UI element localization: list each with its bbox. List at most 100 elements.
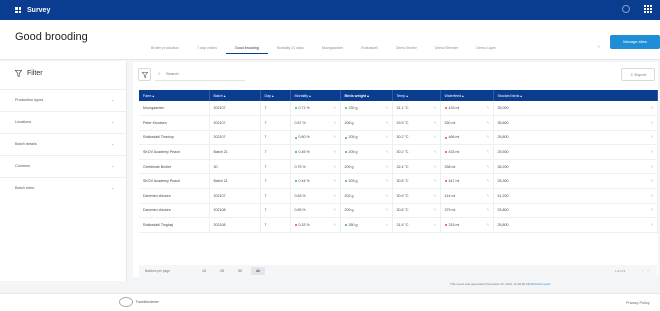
edit-icon[interactable]: ✎ <box>433 106 436 110</box>
tab-7-day-chicks[interactable]: 7 day chicks <box>188 44 226 54</box>
per-page-option[interactable]: 25 <box>215 267 229 275</box>
table-cell: 7 <box>260 188 291 204</box>
export-button[interactable]: ⇩ Export <box>621 68 655 81</box>
edit-icon[interactable]: ✎ <box>333 194 336 198</box>
generated-text: This report was generated November 22, 2… <box>450 282 531 286</box>
column-header[interactable]: Day ▴ <box>260 90 291 101</box>
table-row[interactable]: SKOV Academy Peach Batch 21 7 0.45 % ✎ 205 g ✎… <box>139 144 658 160</box>
table-cell: 202108 <box>209 217 261 233</box>
per-page-option[interactable]: 50 <box>233 267 247 275</box>
table-cell: 25,300 ✎ <box>493 173 658 189</box>
edit-icon[interactable]: ✎ <box>486 208 489 212</box>
apps-menu-icon[interactable] <box>644 5 652 13</box>
table-filter-button[interactable] <box>138 68 151 81</box>
edit-icon[interactable]: ✎ <box>333 121 336 125</box>
tab-demo-breeder[interactable]: Demo Breeder <box>426 44 467 54</box>
column-header[interactable]: Mortality ▴ <box>290 90 341 101</box>
edit-icon[interactable]: ✎ <box>433 121 436 125</box>
column-header[interactable]: Temp ▴ <box>392 90 441 101</box>
edit-icon[interactable]: ✎ <box>333 223 336 227</box>
edit-icon[interactable]: ✎ <box>385 165 388 169</box>
cell-value: 30.2 °C <box>396 150 409 155</box>
column-header[interactable]: Farm ▴ <box>139 90 210 101</box>
tab-rotkaskeli[interactable]: Rotkaskeli <box>352 44 387 54</box>
refresh-report-link[interactable]: Refresh report <box>531 282 550 286</box>
edit-icon[interactable]: ✎ <box>385 194 388 198</box>
table-row[interactable]: Dammen chicken 202107 7 0.63 % ✎ 202 g ✎ 30.9 °… <box>139 188 658 204</box>
manage-sites-button[interactable]: Manage sites <box>610 35 660 49</box>
edit-icon[interactable]: ✎ <box>486 121 489 125</box>
edit-icon[interactable]: ✎ <box>385 179 388 183</box>
edit-icon[interactable]: ✎ <box>650 194 653 198</box>
table-row[interactable]: Dammen chicken 202108 7 0.65 % ✎ 209 g ✎ 30.8 °… <box>139 203 658 218</box>
edit-icon[interactable]: ✎ <box>433 223 436 227</box>
next-page-icon[interactable]: › <box>647 268 652 273</box>
edit-icon[interactable]: ✎ <box>486 106 489 110</box>
tabs-scroll-right-icon[interactable]: › <box>598 44 600 50</box>
edit-icon[interactable]: ✎ <box>433 165 436 169</box>
table-row[interactable]: SKOV Academy Peach Batch 21 7 0.44 % ✎ 203 g ✎… <box>139 173 658 189</box>
edit-icon[interactable]: ✎ <box>433 194 436 198</box>
edit-icon[interactable]: ✎ <box>486 223 489 227</box>
edit-icon[interactable]: ✎ <box>650 208 653 212</box>
edit-icon[interactable]: ✎ <box>385 135 388 139</box>
edit-icon[interactable]: ✎ <box>333 165 336 169</box>
table-row[interactable]: Moorgaarden 202107 7 0.71 % ✎ 230 g ✎ 31.1 °C ✎ 4… <box>139 101 658 116</box>
status-ok-dot <box>344 136 347 139</box>
filter-production-types[interactable]: Production types ⌄ <box>0 89 127 111</box>
edit-icon[interactable]: ✎ <box>650 121 653 125</box>
edit-icon[interactable]: ✎ <box>650 165 653 169</box>
edit-icon[interactable]: ✎ <box>385 106 388 110</box>
edit-icon[interactable]: ✎ <box>486 179 489 183</box>
pagination-arrows[interactable]: ‹› <box>642 268 653 273</box>
search-input[interactable] <box>166 71 236 76</box>
edit-icon[interactable]: ✎ <box>650 179 653 183</box>
edit-icon[interactable]: ✎ <box>486 165 489 169</box>
edit-icon[interactable]: ✎ <box>433 179 436 183</box>
edit-icon[interactable]: ✎ <box>385 121 388 125</box>
table-row[interactable]: Peter Knudsen 202107 7 0.67 % ✎ 208 g ✎ 29.5 °C… <box>139 115 658 131</box>
tab-good-brooding[interactable]: Good brooding <box>225 44 268 54</box>
edit-icon[interactable]: ✎ <box>333 179 336 183</box>
column-header[interactable]: Waterfeed ▴ <box>440 90 494 101</box>
edit-icon[interactable]: ✎ <box>486 135 489 139</box>
cell-value: 202108 <box>213 208 226 213</box>
edit-icon[interactable]: ✎ <box>650 106 653 110</box>
table-cell: 202107 <box>209 115 261 131</box>
tab-broiler-production[interactable]: Broiler production <box>142 44 188 54</box>
edit-icon[interactable]: ✎ <box>486 194 489 198</box>
edit-icon[interactable]: ✎ <box>385 223 388 227</box>
status-ok-dot <box>344 107 347 110</box>
filter-batch-rules[interactable]: Batch rules ⌄ <box>0 177 127 199</box>
edit-icon[interactable]: ✎ <box>385 208 388 212</box>
edit-icon[interactable]: ✎ <box>650 150 653 154</box>
tab-moorgaarden[interactable]: Moorgaarden <box>313 44 352 54</box>
table-row[interactable]: Grebbinde Broiler 30 7 0.75 % ✎ 209 g ✎ 32.4 °C… <box>139 159 658 174</box>
column-header[interactable]: Batch ▴ <box>209 90 261 101</box>
edit-icon[interactable]: ✎ <box>333 135 336 139</box>
privacy-policy-link[interactable]: Privacy Policy <box>626 301 650 305</box>
edit-icon[interactable]: ✎ <box>333 208 336 212</box>
filter-columns[interactable]: Columns ⌄ <box>0 155 127 177</box>
tab-demo-layer[interactable]: Demo Layer <box>467 44 505 54</box>
edit-icon[interactable]: ✎ <box>650 135 653 139</box>
per-page-option[interactable]: All <box>251 267 265 275</box>
edit-icon[interactable]: ✎ <box>433 150 436 154</box>
per-page-option[interactable]: 10 <box>197 267 211 275</box>
user-icon[interactable] <box>622 5 630 13</box>
edit-icon[interactable]: ✎ <box>333 150 336 154</box>
filter-locations[interactable]: Locations ⌄ <box>0 111 127 133</box>
filter-batch-details[interactable]: Batch details ⌄ <box>0 133 127 155</box>
edit-icon[interactable]: ✎ <box>385 150 388 154</box>
table-row[interactable]: Rokkedahl Tinstrup 202107 7 0.60 % ✎ 205 g ✎ 30… <box>139 130 658 145</box>
column-header[interactable]: Birds weight ▴ <box>340 90 393 101</box>
tab-demo-broiler[interactable]: Demo Broiler <box>387 44 426 54</box>
table-row[interactable]: Rokkedahl Tinghøj 202108 7 0.33 % ✎ 260 g ✎ 31.… <box>139 217 658 233</box>
edit-icon[interactable]: ✎ <box>486 150 489 154</box>
edit-icon[interactable]: ✎ <box>433 208 436 212</box>
tab-mortality-21-days[interactable]: Mortality 21 days <box>268 44 313 54</box>
column-header[interactable]: Stocked birds ▴ <box>493 90 658 101</box>
edit-icon[interactable]: ✎ <box>333 106 336 110</box>
edit-icon[interactable]: ✎ <box>650 223 653 227</box>
edit-icon[interactable]: ✎ <box>433 135 436 139</box>
